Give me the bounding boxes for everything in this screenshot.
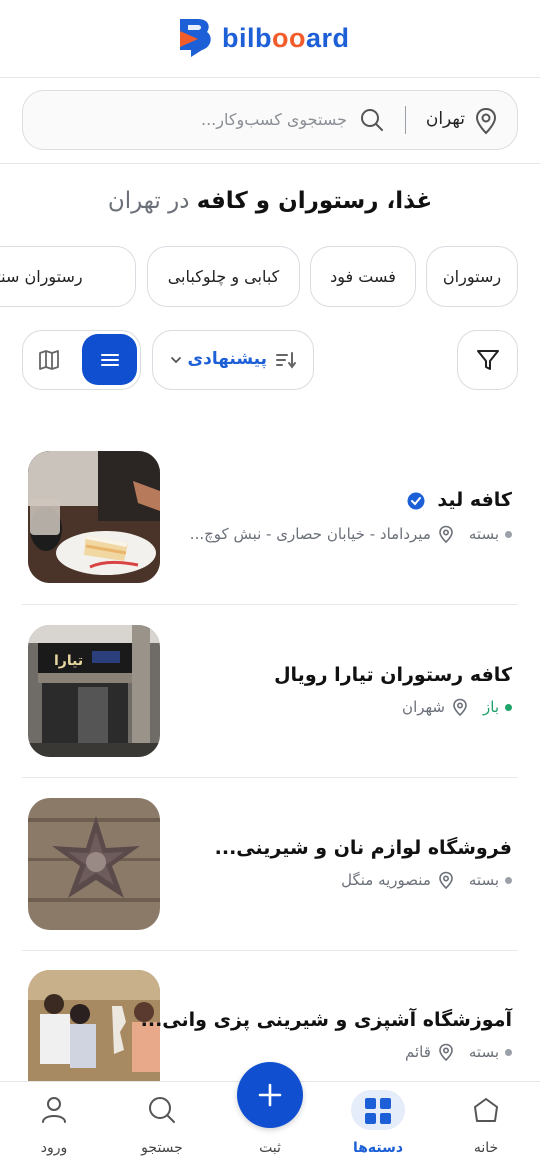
listing-thumbnail[interactable]	[28, 451, 160, 583]
chip-restaurant[interactable]: رستوران	[426, 246, 518, 307]
bilboard-logo[interactable]: bilbooard	[178, 17, 350, 59]
categories-icon	[365, 1098, 391, 1124]
chip-kebab[interactable]: کبابی و چلوکبابی	[147, 246, 300, 307]
status-dot	[505, 703, 512, 711]
listing-name[interactable]: فروشگاه لوازم نان و شیرینی...	[215, 837, 512, 859]
nav-submit-label: ثبت	[259, 1140, 281, 1156]
storefront-photo: تیارا	[28, 625, 160, 757]
listing-name[interactable]: آموزشگاه آشپزی و شیرینی پزی وانی...	[141, 1009, 512, 1031]
listing-meta: بسته منصوریه منگل	[341, 871, 512, 889]
map-pin-icon	[453, 698, 467, 716]
listing-item[interactable]: تیارا کافه رستوران تیارا رویال باز شهران	[22, 606, 518, 778]
listing-meta: باز شهران	[402, 698, 512, 716]
plus-icon	[258, 1083, 282, 1107]
cake-mold-photo	[28, 798, 160, 930]
listing-name[interactable]: کافه رستوران تیارا رویال	[274, 664, 512, 686]
status-badge: باز	[483, 698, 499, 716]
list-icon	[100, 353, 119, 366]
page-title-location: در تهران	[107, 188, 190, 214]
page-title-bold: غذا، رستوران و کافه	[196, 188, 433, 214]
chip-traditional-restaurant[interactable]: رستوران سنتی	[0, 246, 136, 307]
svg-text:تیارا: تیارا	[54, 653, 83, 669]
search-divider	[404, 106, 406, 134]
home-icon	[474, 1098, 498, 1122]
search-icon	[361, 109, 383, 131]
filter-icon	[476, 350, 499, 370]
view-toggle	[22, 330, 141, 390]
location-label[interactable]: تهران	[426, 109, 465, 129]
listing-thumbnail[interactable]	[28, 798, 160, 930]
map-pin-icon	[439, 1043, 453, 1061]
logo-text: bilbooard	[222, 22, 350, 53]
sort-icon	[276, 352, 296, 369]
listing-address: شهران	[402, 698, 445, 716]
listing-meta: بسته قائم	[405, 1043, 512, 1061]
search-bar-section: تهران جستجوی کسب‌وکار...	[0, 78, 540, 164]
listing-address: قائم	[404, 1043, 431, 1061]
status-dot	[505, 876, 512, 884]
list-view-button[interactable]	[82, 334, 137, 385]
nav-search[interactable]: جستجو	[108, 1082, 216, 1169]
map-pin-icon	[439, 525, 453, 543]
nav-home[interactable]: خانه	[432, 1082, 540, 1169]
listing-address: منصوریه منگل	[341, 871, 431, 889]
nav-categories-label: دسته‌ها	[352, 1140, 404, 1156]
map-pin-icon[interactable]	[473, 107, 499, 135]
bilboard-logo-icon	[180, 19, 211, 57]
status-badge: بسته	[468, 871, 499, 889]
status-dot	[505, 530, 512, 538]
page-title: غذا، رستوران و کافه در تهران	[0, 188, 540, 214]
nav-categories[interactable]: دسته‌ها	[324, 1082, 432, 1169]
map-pin-icon	[439, 871, 453, 889]
add-business-button[interactable]	[237, 1062, 303, 1128]
status-badge: بسته	[468, 525, 499, 543]
listing-thumbnail[interactable]: تیارا	[28, 625, 160, 757]
status-badge: بسته	[468, 1043, 499, 1061]
search-box[interactable]: تهران جستجوی کسب‌وکار...	[22, 90, 518, 150]
listing-item[interactable]: فروشگاه لوازم نان و شیرینی... بسته منصور…	[22, 779, 518, 951]
app-header: bilbooard	[0, 0, 540, 78]
nav-search-label: جستجو	[141, 1140, 183, 1156]
map-icon[interactable]	[37, 348, 61, 372]
chevron-down-icon	[171, 357, 181, 364]
listing-item[interactable]: کافه لید بسته میرداماد - خیابان حصاری - …	[22, 433, 518, 605]
sort-label: پیشنهادی	[187, 349, 267, 369]
user-icon	[42, 1097, 66, 1123]
chip-fast-food[interactable]: فست فود	[310, 246, 416, 307]
category-chips: رستوران فست فود کبابی و چلوکبابی رستوران…	[0, 246, 540, 308]
nav-login-label: ورود	[40, 1140, 68, 1156]
cake-photo	[28, 451, 160, 583]
filter-button[interactable]	[457, 330, 518, 390]
search-icon	[149, 1097, 175, 1123]
status-dot	[505, 1048, 512, 1056]
listing-meta: بسته میرداماد - خیابان حصاری - نبش کوچ..…	[190, 525, 512, 543]
nav-home-label: خانه	[473, 1140, 499, 1156]
listing-name[interactable]: کافه لید	[407, 489, 512, 511]
sort-button[interactable]: پیشنهادی	[152, 330, 314, 390]
search-input[interactable]: جستجوی کسب‌وکار...	[201, 110, 347, 129]
nav-login[interactable]: ورود	[0, 1082, 108, 1169]
verified-badge-icon	[407, 492, 425, 509]
listing-address: میرداماد - خیابان حصاری - نبش کوچ...	[189, 525, 431, 543]
